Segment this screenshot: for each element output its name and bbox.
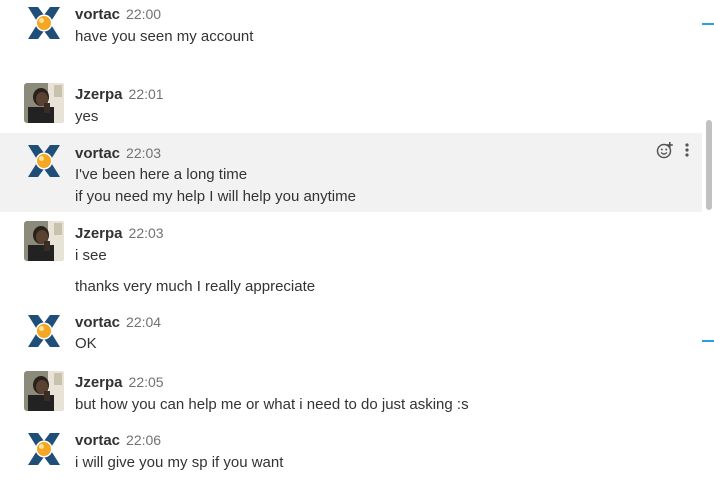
message-item[interactable]: Jzerpa 22:01 yes: [0, 78, 702, 132]
message-text: I've been here a long time: [75, 166, 248, 183]
vortac-logo-icon: [24, 141, 64, 181]
username[interactable]: Jzerpa: [75, 225, 123, 242]
message-item[interactable]: Jzerpa 22:03 i see thanks very much I rea…: [0, 216, 702, 300]
user-photo-icon: [24, 221, 64, 261]
vortac-logo-icon: [24, 311, 64, 351]
timestamp[interactable]: 22:04: [126, 314, 161, 330]
timestamp[interactable]: 22:03: [129, 225, 164, 241]
unread-marker: [702, 23, 714, 25]
timestamp[interactable]: 22:06: [126, 432, 161, 448]
username[interactable]: vortac: [75, 145, 120, 162]
user-photo-icon: [24, 371, 64, 411]
avatar[interactable]: [24, 141, 64, 181]
message-text: OK: [75, 335, 97, 352]
message-item[interactable]: vortac 22:06 i will give you my sp if you…: [0, 424, 702, 479]
username[interactable]: vortac: [75, 314, 120, 331]
message-text: i will give you my sp if you want: [75, 454, 284, 471]
scroll-thumb[interactable]: [706, 120, 712, 210]
avatar[interactable]: [24, 83, 64, 123]
message-text: i see: [75, 247, 107, 264]
message-actions: [656, 141, 692, 159]
user-photo-icon: [24, 83, 64, 123]
message-item[interactable]: vortac 22:00 have you seen my account: [0, 0, 702, 58]
timestamp[interactable]: 22:05: [129, 374, 164, 390]
vortac-logo-icon: [24, 3, 64, 43]
avatar[interactable]: [24, 221, 64, 261]
scrollbar[interactable]: [702, 0, 714, 479]
avatar[interactable]: [24, 311, 64, 351]
message-text: yes: [75, 108, 99, 125]
username[interactable]: Jzerpa: [75, 374, 123, 391]
chat-message-list: vortac 22:00 have you seen my account Jze…: [0, 0, 714, 479]
message-header: Jzerpa 22:03: [75, 224, 164, 242]
avatar[interactable]: [24, 429, 64, 469]
message-header: vortac 22:00: [75, 5, 161, 23]
message-text: have you seen my account: [75, 28, 254, 45]
message-header: Jzerpa 22:05: [75, 373, 164, 391]
message-text: but how you can help me or what i need t…: [75, 396, 469, 413]
more-options-icon[interactable]: [682, 141, 692, 159]
add-reaction-icon[interactable]: [656, 141, 674, 159]
message-header: vortac 22:04: [75, 313, 161, 331]
message-item[interactable]: vortac 22:04 OK: [0, 306, 702, 362]
message-text: thanks very much I really appreciate: [75, 278, 316, 295]
avatar[interactable]: [24, 371, 64, 411]
message-text: if you need my help I will help you anyt…: [75, 188, 356, 205]
avatar[interactable]: [24, 3, 64, 43]
timestamp[interactable]: 22:01: [129, 86, 164, 102]
username[interactable]: vortac: [75, 6, 120, 23]
message-item[interactable]: vortac 22:03 I've been here a long time i…: [0, 133, 702, 212]
message-header: vortac 22:06: [75, 431, 161, 449]
unread-marker: [702, 340, 714, 342]
message-header: vortac 22:03: [75, 144, 161, 162]
timestamp[interactable]: 22:03: [126, 145, 161, 161]
username[interactable]: vortac: [75, 432, 120, 449]
vortac-logo-icon: [24, 429, 64, 469]
message-item[interactable]: Jzerpa 22:05 but how you can help me or w…: [0, 366, 702, 422]
timestamp[interactable]: 22:00: [126, 6, 161, 22]
message-header: Jzerpa 22:01: [75, 85, 164, 103]
username[interactable]: Jzerpa: [75, 86, 123, 103]
